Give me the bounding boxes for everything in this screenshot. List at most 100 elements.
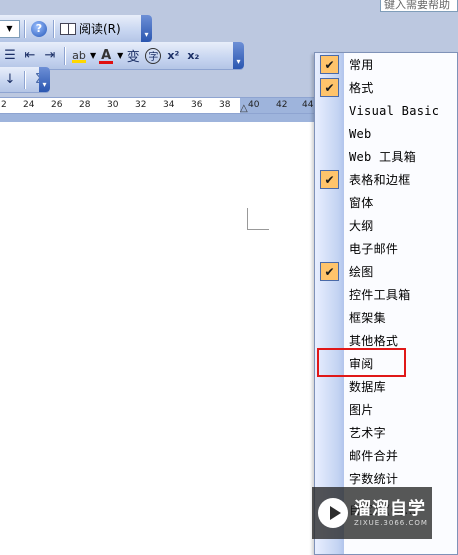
decrease-indent-icon: ⇤ bbox=[24, 48, 36, 63]
bullets-icon: ☰ bbox=[4, 48, 16, 63]
menu-item-label: 控件工具箱 bbox=[349, 288, 411, 302]
checkmark-icon: ✔ bbox=[320, 262, 339, 281]
toolbar-separator bbox=[24, 19, 25, 38]
ruler-tick-label: 24 bbox=[23, 100, 35, 110]
menu-item-label: 其他格式 bbox=[349, 334, 399, 348]
decrease-indent-button[interactable]: ⇤ bbox=[20, 45, 40, 67]
ruler-tick-label: 30 bbox=[107, 100, 119, 110]
menu-item-gutter bbox=[315, 398, 344, 421]
highlight-button[interactable]: ab bbox=[69, 45, 89, 67]
increase-indent-icon: ⇥ bbox=[44, 48, 56, 63]
ruler-tick-label: 28 bbox=[79, 100, 91, 110]
menu-item-gutter bbox=[315, 145, 344, 168]
ruler-tick-label: 34 bbox=[163, 100, 175, 110]
subscript-button[interactable]: x₂ bbox=[183, 45, 203, 67]
tables-toolbar: ↓ Σ ▾ bbox=[0, 67, 50, 93]
toolbar-options-button[interactable]: ▾ bbox=[39, 67, 50, 92]
menu-item[interactable]: Visual Basic bbox=[315, 99, 457, 122]
menu-item-gutter bbox=[315, 122, 344, 145]
menu-item[interactable]: 图片 bbox=[315, 398, 457, 421]
book-icon bbox=[60, 22, 76, 35]
help-search-input[interactable]: 键入需要帮助 bbox=[380, 0, 458, 12]
menu-item-label: 字数统计 bbox=[349, 472, 399, 486]
superscript-icon: x² bbox=[167, 49, 180, 62]
toolbar-options-button[interactable]: ▾ bbox=[233, 42, 244, 69]
menu-item[interactable]: 大纲 bbox=[315, 214, 457, 237]
ruler-tick-label: 44 bbox=[302, 100, 314, 110]
menu-item-label: 表格和边框 bbox=[349, 173, 411, 187]
right-indent-marker-icon[interactable]: △ bbox=[240, 103, 248, 114]
menu-item[interactable]: 数据库 bbox=[315, 375, 457, 398]
watermark-title: 溜溜自学 bbox=[354, 499, 426, 519]
menu-item-label: Web 工具箱 bbox=[349, 150, 416, 164]
menu-item-gutter bbox=[315, 99, 344, 122]
menu-item-gutter bbox=[315, 375, 344, 398]
subscript-icon: x₂ bbox=[187, 49, 200, 62]
menu-item-label: 窗体 bbox=[349, 196, 374, 210]
menu-item[interactable]: 审阅 bbox=[315, 352, 457, 375]
toolbar-separator bbox=[64, 46, 65, 65]
help-icon: ? bbox=[31, 20, 47, 37]
play-logo-icon bbox=[318, 498, 348, 528]
menu-item-label: 绘图 bbox=[349, 265, 374, 279]
checkmark-icon: ✔ bbox=[320, 55, 339, 74]
menu-item-label: 电子邮件 bbox=[349, 242, 399, 256]
toolbar-separator bbox=[24, 70, 25, 89]
read-mode-label: 阅读(R) bbox=[79, 22, 121, 36]
toolbar-separator bbox=[53, 19, 54, 38]
enclose-characters-button[interactable]: 字 bbox=[143, 45, 163, 67]
phonetic-guide-icon: 变 bbox=[126, 50, 140, 65]
superscript-button[interactable]: x² bbox=[163, 45, 183, 67]
menu-item-label: Visual Basic bbox=[349, 103, 440, 118]
zoom-combo-arrow[interactable]: ▼ bbox=[0, 19, 20, 38]
menu-item-label: 艺术字 bbox=[349, 426, 386, 440]
menu-item[interactable]: 邮件合并 bbox=[315, 444, 457, 467]
toolbars-context-menu: ✔ 常用 ✔ 格式 Visual Basic Web Web 工具箱 ✔ 表格和边框窗体大纲电子… bbox=[314, 52, 458, 555]
checkmark-icon: ✔ bbox=[320, 78, 339, 97]
horizontal-ruler[interactable]: 2 24 26 28 30 32 34 36 38 40 42 44 △ bbox=[0, 97, 318, 114]
page-gap bbox=[0, 114, 318, 122]
menu-item[interactable]: Web 工具箱 bbox=[315, 145, 457, 168]
menu-item-gutter bbox=[315, 283, 344, 306]
menu-item-label: Web bbox=[349, 126, 372, 141]
menu-item[interactable]: 其他格式 bbox=[315, 329, 457, 352]
menu-item-gutter bbox=[315, 329, 344, 352]
menu-item-gutter bbox=[315, 214, 344, 237]
menu-item-label: 审阅 bbox=[349, 357, 374, 371]
menu-item-gutter: ✔ bbox=[315, 168, 344, 191]
menu-item[interactable]: 控件工具箱 bbox=[315, 283, 457, 306]
checkmark-icon: ✔ bbox=[320, 170, 339, 189]
menu-item-gutter bbox=[315, 306, 344, 329]
sort-button[interactable]: ↓ bbox=[0, 69, 20, 91]
bullets-button[interactable]: ☰ bbox=[0, 45, 20, 67]
menu-item[interactable]: ✔ 表格和边框 bbox=[315, 168, 457, 191]
menu-item[interactable]: 框架集 bbox=[315, 306, 457, 329]
document-page[interactable] bbox=[0, 122, 318, 555]
menu-item[interactable]: 窗体 bbox=[315, 191, 457, 214]
menu-item-label: 常用 bbox=[349, 58, 374, 72]
menu-item[interactable]: 艺术字 bbox=[315, 421, 457, 444]
menu-item-gutter bbox=[315, 444, 344, 467]
phonetic-guide-button[interactable]: 变 bbox=[123, 45, 143, 67]
menu-item-gutter bbox=[315, 191, 344, 214]
toolbar-options-button[interactable]: ▾ bbox=[141, 15, 152, 42]
menu-item-gutter: ✔ bbox=[315, 76, 344, 99]
menu-item[interactable]: 电子邮件 bbox=[315, 237, 457, 260]
help-button[interactable]: ? bbox=[29, 18, 49, 40]
menu-item[interactable]: ✔ 常用 bbox=[315, 53, 457, 76]
sort-icon: ↓ bbox=[4, 72, 16, 87]
increase-indent-button[interactable]: ⇥ bbox=[40, 45, 60, 67]
menu-item[interactable]: ✔ 格式 bbox=[315, 76, 457, 99]
ruler-tick-label: 38 bbox=[219, 100, 231, 110]
formatting-toolbar: ☰ ⇤ ⇥ ab ▼ A ▼ 变 字 x² x₂ ▾ bbox=[0, 42, 244, 70]
watermark-subtitle: ZIXUE.3066.COM bbox=[354, 519, 428, 527]
menu-item-gutter bbox=[315, 237, 344, 260]
standard-toolbar: ▼ ? 阅读(R) ▾ bbox=[0, 15, 152, 43]
font-color-button[interactable]: A bbox=[96, 45, 116, 67]
menu-item[interactable]: Web bbox=[315, 122, 457, 145]
menu-item[interactable]: ✔ 绘图 bbox=[315, 260, 457, 283]
read-mode-button[interactable]: 阅读(R) bbox=[58, 18, 123, 40]
ruler-tick-label: 32 bbox=[135, 100, 147, 110]
watermark: 溜溜自学 ZIXUE.3066.COM bbox=[312, 487, 432, 539]
menu-item-label: 数据库 bbox=[349, 380, 386, 394]
